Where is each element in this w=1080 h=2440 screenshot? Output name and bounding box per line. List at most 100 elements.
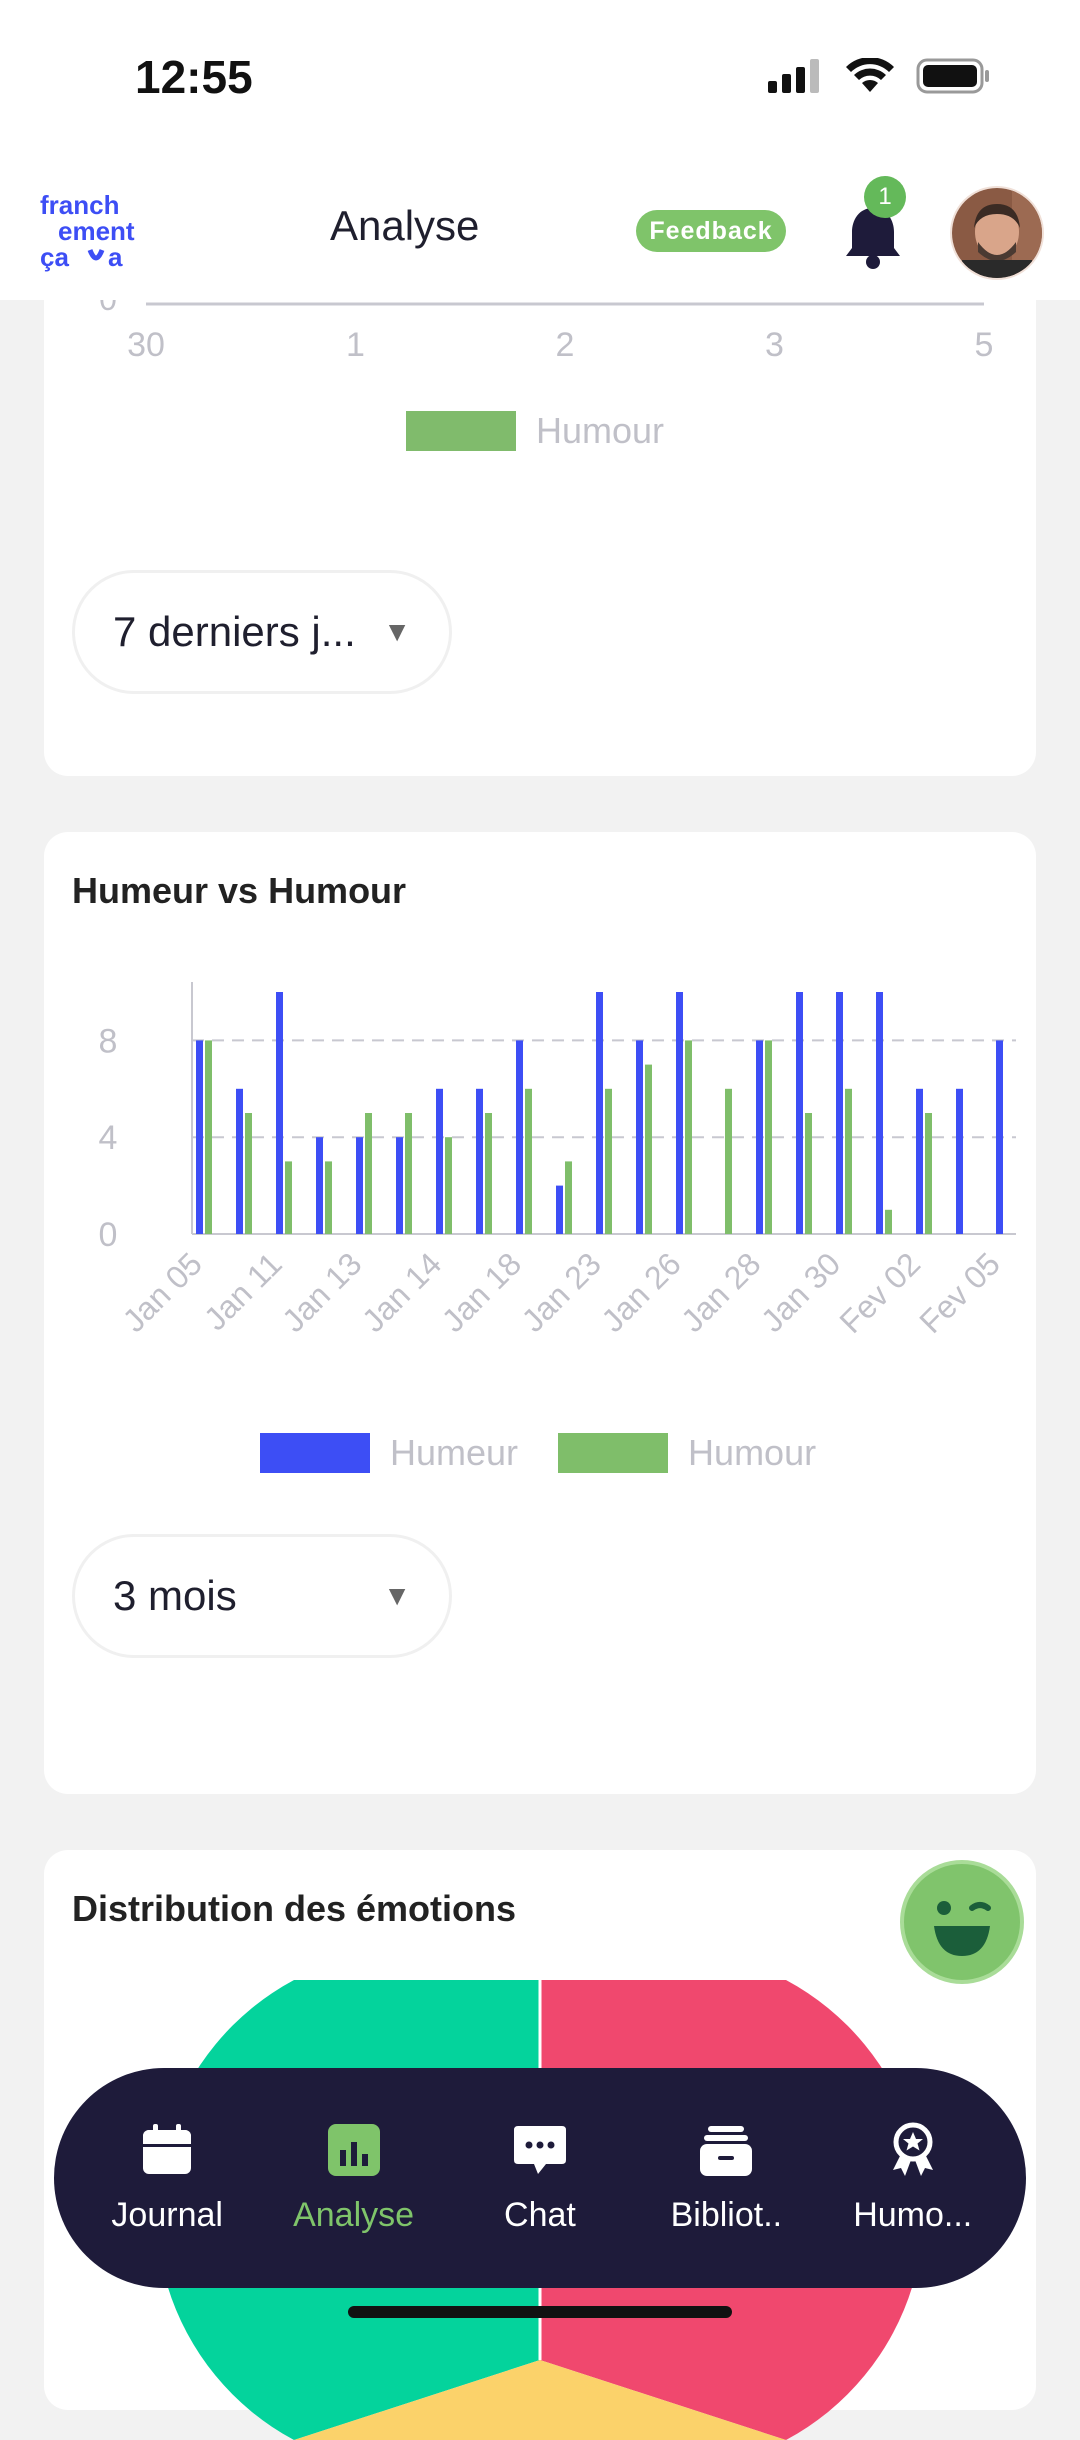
x-tick-label: 3 (765, 326, 784, 364)
nav-label: Journal (111, 2195, 223, 2234)
bar-humeur (476, 1088, 483, 1234)
chart-icon (327, 2123, 380, 2176)
x-tick-label: Fev 05 (912, 1245, 1007, 1340)
franchement-logo[interactable]: franch ement ça a (38, 192, 158, 276)
archive-icon (700, 2125, 753, 2176)
app-header: franch ement ça a Analyse Feedback 1 (0, 150, 1080, 300)
bar-humeur (436, 1088, 443, 1234)
x-tick-label: Jan 26 (594, 1245, 687, 1338)
status-bar: 12:55 (0, 0, 1080, 150)
bar-humour (405, 1113, 412, 1234)
bar-humeur (676, 992, 683, 1234)
humeur-humour-bar-chart: 048Jan 05Jan 11Jan 13Jan 14Jan 18Jan 23J… (99, 982, 1016, 1340)
nav-label: Humo... (853, 2195, 973, 2234)
bar-humour (845, 1088, 852, 1234)
bar-humeur (956, 1088, 963, 1234)
bar-humeur (556, 1185, 563, 1234)
nav-item-analyse[interactable]: Analyse (269, 2122, 439, 2235)
bar-humour (885, 1209, 892, 1234)
cellular-signal-icon (768, 59, 819, 93)
nav-item-chat[interactable]: Chat (455, 2122, 625, 2235)
bar-humour (525, 1088, 532, 1234)
y-tick-label: 8 (99, 1022, 118, 1060)
bar-humeur (876, 992, 883, 1234)
page-title: Analyse (330, 202, 480, 249)
x-tick-labels: 30 1 2 3 5 (127, 326, 993, 364)
status-icons (768, 58, 990, 94)
card-title: Distribution des émotions (72, 1888, 517, 1929)
status-time: 12:55 (135, 51, 253, 103)
award-icon (892, 2122, 933, 2176)
x-tick-label: Jan 28 (674, 1245, 767, 1338)
bar-humeur (196, 1040, 203, 1234)
bar-humour (325, 1161, 332, 1234)
bar-humeur (516, 1040, 523, 1234)
mood-emoji-button[interactable] (900, 1860, 1024, 1984)
humour-legend-label: Humour (536, 410, 665, 451)
bar-humour (925, 1113, 932, 1234)
x-tick-label: Jan 13 (275, 1245, 368, 1338)
battery-icon (916, 58, 989, 94)
bar-humeur (636, 1040, 643, 1234)
nav-item-bibliotheque[interactable]: Bibliot.. (641, 2122, 811, 2235)
x-tick-label: Jan 23 (515, 1245, 608, 1338)
bar-humeur (596, 992, 603, 1234)
caret-down-icon: ▼ (383, 1580, 411, 1611)
bar-humour (285, 1161, 292, 1234)
x-tick-label: Jan 14 (355, 1245, 448, 1338)
y-tick-label: 4 (99, 1119, 118, 1157)
bar-humeur (356, 1137, 363, 1234)
nav-item-humour[interactable]: Humo... (828, 2122, 998, 2235)
bar-humour (485, 1113, 492, 1234)
winking-face-icon (934, 1901, 991, 1956)
calendar-icon (143, 2123, 192, 2174)
bar-humeur (236, 1088, 243, 1234)
x-tick-label: 30 (127, 326, 165, 364)
nav-label: Bibliot.. (670, 2195, 783, 2234)
bar-humeur (396, 1137, 403, 1234)
humeur-legend-swatch (260, 1433, 370, 1473)
x-tick-label: Jan 18 (435, 1245, 528, 1338)
nav-label: Chat (504, 2195, 576, 2234)
home-indicator (348, 2306, 732, 2318)
x-tick-label: 1 (346, 326, 365, 364)
nav-item-journal[interactable]: Journal (82, 2122, 252, 2235)
bar-humour (245, 1113, 252, 1234)
bar-humour (365, 1113, 372, 1234)
humeur-vs-humour-card: Humeur vs Humour 0 4 8 Jan 05 Jan 11 Jan 13 Ja… (44, 832, 1036, 1794)
x-tick-label: 5 (975, 326, 994, 364)
humour-legend-swatch (558, 1433, 669, 1473)
bar-humour (565, 1161, 572, 1234)
caret-down-icon: ▼ (383, 616, 411, 647)
x-tick-label: Jan 30 (754, 1245, 847, 1338)
notification-badge: 1 (864, 176, 906, 218)
humour-legend-swatch (406, 411, 516, 451)
svg-text:ça: ça (40, 242, 69, 272)
avatar[interactable] (950, 186, 1044, 280)
daily-chart-legend: Humour (406, 410, 664, 452)
period-select-value: 3 mois (113, 1572, 237, 1619)
wifi-icon (846, 58, 894, 92)
period-select-value: 7 derniers j... (113, 608, 356, 655)
svg-text:a: a (108, 242, 123, 272)
daily-humour-card: 0 301235 Humour 7 derniers j... ▼ (44, 260, 1036, 776)
bar-humeur (916, 1088, 923, 1234)
bar-humeur (316, 1137, 323, 1234)
bar-humour (805, 1113, 812, 1234)
bar-humeur (756, 1040, 763, 1234)
bar-humeur (796, 992, 803, 1234)
bar-humeur (836, 992, 843, 1234)
bar-humeur (996, 1040, 1003, 1234)
humeur-humour-legend: Humeur Humour (260, 1432, 816, 1474)
card-title: Humeur vs Humour (72, 870, 407, 911)
bar-humour (685, 1040, 692, 1234)
period-select-daily[interactable]: 7 derniers j... ▼ (72, 570, 452, 694)
chat-bubble-icon (513, 2125, 566, 2174)
avatar-image (952, 188, 1042, 278)
period-select-range[interactable]: 3 mois ▼ (72, 1534, 452, 1658)
bottom-navigation: Journal Analyse Chat Bibliot.. Humo... (54, 2068, 1026, 2288)
x-tick-label: Fev 02 (833, 1245, 928, 1340)
nav-label: Analyse (293, 2195, 415, 2234)
feedback-button[interactable]: Feedback (636, 210, 786, 252)
bar-humour (765, 1040, 772, 1234)
